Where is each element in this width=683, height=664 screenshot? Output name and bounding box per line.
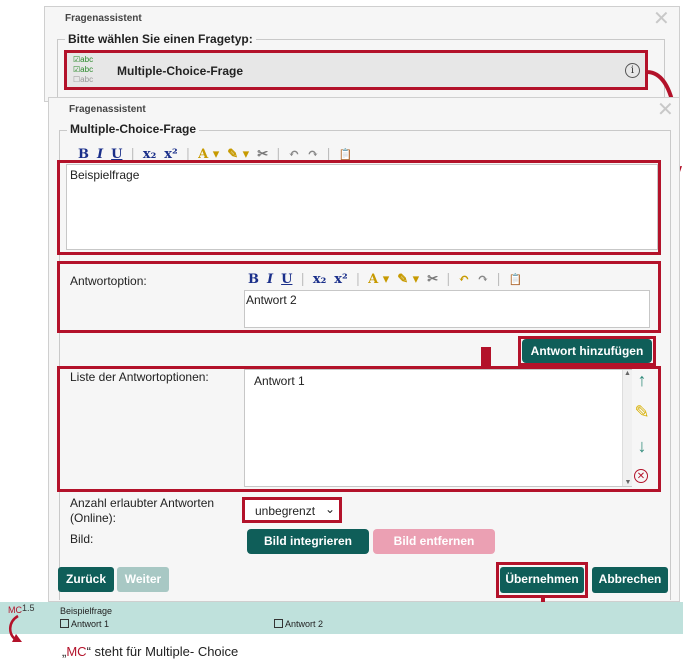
answer-toolbar: B I U | x₂ x² | A ▾ ✎ ▾ ✂ | ↶ ↷ | 📋 xyxy=(248,272,523,287)
allowed-answers-label: Anzahl erlaubter Antworten (Online): xyxy=(70,496,215,525)
preview-option: Antwort 1 xyxy=(60,619,109,629)
clear-format-button[interactable]: ✂ xyxy=(427,272,438,287)
image-remove-button[interactable]: Bild entfernen xyxy=(373,529,495,554)
dialog-title: Fragenassistent xyxy=(69,104,146,115)
paste-button[interactable]: 📋 xyxy=(509,273,523,286)
image-insert-button[interactable]: Bild integrieren xyxy=(247,529,369,554)
question-text: Beispielfrage xyxy=(70,168,140,182)
answer-option-label: Antwortoption: xyxy=(70,274,147,288)
image-label: Bild: xyxy=(70,532,94,546)
list-item[interactable]: Antwort 1 xyxy=(254,374,305,388)
dialog-title: Fragenassistent xyxy=(65,13,142,24)
mc-legend: Multiple-Choice-Frage xyxy=(67,122,200,136)
info-icon[interactable]: i xyxy=(625,63,640,78)
question-type-label: Multiple-Choice-Frage xyxy=(117,64,244,78)
curved-arrow-icon xyxy=(9,614,22,642)
allowed-answers-value: unbegrenzt xyxy=(255,504,316,518)
highlight-frame-question xyxy=(57,160,661,255)
chevron-down-icon: ⌄ xyxy=(325,502,336,516)
preview-question: Beispielfrage xyxy=(60,606,113,616)
caption: „MC“ steht für Multiple- Choice xyxy=(62,644,239,659)
italic-button[interactable]: I xyxy=(267,272,273,287)
next-button[interactable]: Weiter xyxy=(117,567,169,592)
checkbox-icon xyxy=(60,619,69,628)
checkbox-icon xyxy=(274,619,283,628)
underline-button[interactable]: U xyxy=(281,272,292,287)
close-icon[interactable]: ✕ xyxy=(657,100,674,120)
back-button[interactable]: Zurück xyxy=(58,567,114,592)
edit-icon[interactable]: ✎ xyxy=(632,402,652,423)
redo-button[interactable]: ↷ xyxy=(477,272,488,287)
move-down-icon[interactable]: ↓ xyxy=(632,436,652,457)
answer-option-text: Antwort 2 xyxy=(246,293,297,307)
type-legend: Bitte wählen Sie einen Fragetyp: xyxy=(65,32,256,46)
close-icon[interactable]: ✕ xyxy=(653,9,670,29)
question-type-multiple-choice[interactable]: ☑abc ☑abc ☐abc Multiple-Choice-Frage i xyxy=(64,50,648,90)
list-label: Liste der Antwortoptionen: xyxy=(70,370,209,384)
answer-option-editor[interactable] xyxy=(244,290,650,328)
superscript-button[interactable]: x² xyxy=(334,272,347,287)
list-scrollbar[interactable]: ▲ ▼ xyxy=(622,370,632,486)
apply-button[interactable]: Übernehmen xyxy=(500,567,584,593)
undo-button[interactable]: ↶ xyxy=(459,272,470,287)
move-up-icon[interactable]: ↑ xyxy=(632,370,652,391)
bold-button[interactable]: B xyxy=(248,272,259,287)
cancel-button[interactable]: Abbrechen xyxy=(592,567,668,593)
highlight-button[interactable]: ✎ ▾ xyxy=(397,272,419,287)
allowed-answers-select[interactable]: unbegrenzt ⌄ xyxy=(242,497,342,523)
add-answer-button[interactable]: Antwort hinzufügen xyxy=(522,339,652,363)
caption-code: MC xyxy=(66,644,87,659)
checkbox-list-icon: ☑abc ☑abc ☐abc xyxy=(73,55,94,84)
subscript-button[interactable]: x₂ xyxy=(313,272,326,287)
font-color-button[interactable]: A ▾ xyxy=(368,272,389,287)
delete-icon[interactable]: ✕ xyxy=(634,469,648,483)
preview-option: Antwort 2 xyxy=(274,619,323,629)
